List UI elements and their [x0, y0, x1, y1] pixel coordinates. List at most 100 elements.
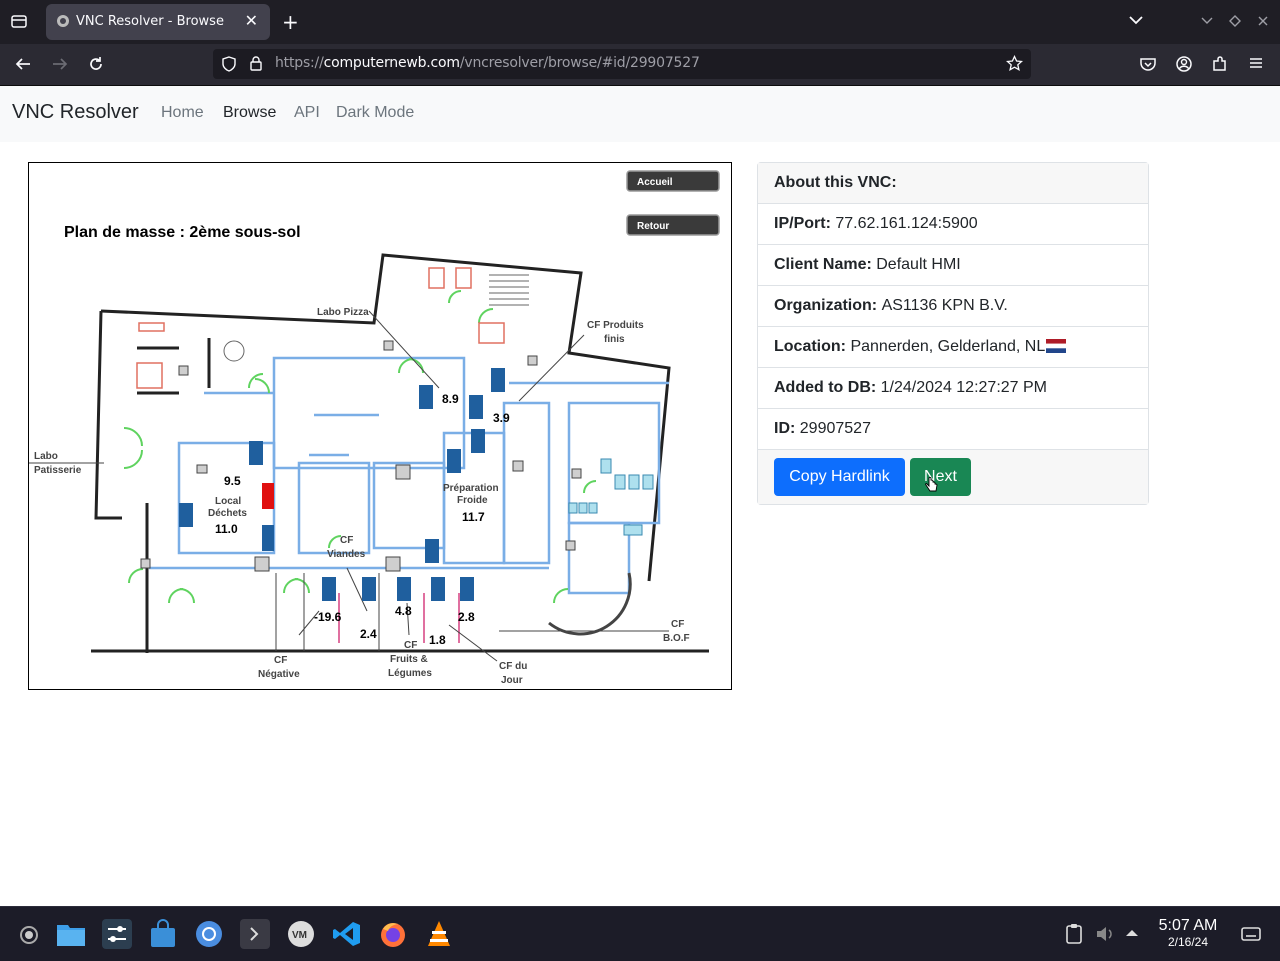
svg-text:CF Produits: CF Produits — [587, 320, 644, 331]
field-value: Pannerden, Gelderland, NL — [850, 338, 1046, 355]
clipboard-icon[interactable] — [1064, 922, 1084, 946]
svg-text:CF: CF — [340, 535, 353, 546]
menu-hamburger-icon[interactable] — [1248, 55, 1264, 75]
close-window-icon[interactable] — [1256, 13, 1270, 32]
nav-home[interactable]: Home — [161, 104, 204, 122]
clock-date: 2/16/24 — [1167, 935, 1209, 949]
svg-text:Labo: Labo — [34, 451, 58, 462]
svg-text:4.8: 4.8 — [395, 604, 412, 618]
svg-text:11.0: 11.0 — [215, 522, 238, 536]
field-value: 1/24/2024 12:27:27 PM — [880, 379, 1048, 396]
svg-text:8.9: 8.9 — [442, 392, 459, 406]
taskbar-clock[interactable]: 5:07 AM 2/16/24 — [1150, 917, 1226, 949]
address-bar[interactable]: https://computernewb.com/vncresolver/bro… — [213, 49, 1031, 79]
firefox-icon[interactable] — [378, 919, 408, 949]
account-icon[interactable] — [1175, 55, 1193, 77]
nl-flag-icon — [1046, 339, 1067, 358]
tray-expand-icon[interactable] — [1124, 925, 1140, 941]
pocket-icon[interactable] — [1139, 55, 1157, 77]
svg-text:Retour: Retour — [637, 221, 669, 232]
accueil-button[interactable]: Accueil — [626, 170, 720, 192]
nav-api[interactable]: API — [294, 104, 320, 122]
shield-icon[interactable] — [221, 56, 237, 76]
field-client-name: Client Name: Default HMI — [758, 245, 1148, 286]
settings-mixer-icon[interactable] — [102, 919, 132, 949]
about-card-header: About this VNC: — [758, 163, 1148, 204]
field-value: 29907527 — [799, 420, 871, 437]
svg-text:Labo Pizza: Labo Pizza — [317, 307, 369, 318]
svg-text:CF: CF — [671, 619, 684, 630]
show-desktop-icon[interactable] — [1240, 923, 1262, 945]
minimize-window-icon[interactable] — [1200, 13, 1214, 32]
vscode-icon[interactable] — [332, 919, 362, 949]
field-label: ID: — [774, 420, 796, 437]
vnc-screenshot: Plan de masse : 2ème sous-sol Accueil Re… — [28, 162, 732, 690]
volume-icon[interactable] — [1094, 923, 1116, 945]
page-content: VNC Resolver Home Browse API Dark Mode P… — [0, 86, 1280, 906]
svg-text:Négative: Négative — [258, 669, 300, 680]
svg-text:Local: Local — [215, 496, 241, 507]
field-label: Organization: — [774, 297, 878, 314]
maximize-window-icon[interactable] — [1228, 13, 1242, 32]
vnc-favicon-icon — [56, 14, 70, 28]
field-location: Location: Pannerden, Gelderland, NL — [758, 327, 1148, 368]
svg-text:11.7: 11.7 — [462, 510, 485, 524]
svg-text:CF: CF — [404, 640, 417, 651]
svg-text:finis: finis — [604, 334, 625, 345]
browser-toolbar: https://computernewb.com/vncresolver/bro… — [0, 44, 1280, 86]
svg-text:2.4: 2.4 — [360, 627, 377, 641]
alarm-door — [262, 483, 274, 509]
forward-arrow-icon[interactable] — [51, 55, 69, 77]
vlc-icon[interactable] — [424, 919, 454, 949]
file-manager-icon[interactable] — [56, 919, 86, 949]
hand-cursor-icon — [925, 476, 939, 500]
nav-browse[interactable]: Browse — [223, 104, 276, 122]
svg-text:3.9: 3.9 — [493, 411, 510, 425]
svg-text:CF: CF — [274, 655, 287, 666]
svg-text:9.5: 9.5 — [224, 474, 241, 488]
svg-text:-19.6: -19.6 — [314, 610, 342, 624]
temperature-readings: 8.9 3.9 9.5 11.0 11.7 -19.6 2.4 4.8 1.8 … — [215, 392, 510, 647]
svg-text:2.8: 2.8 — [458, 610, 475, 624]
svg-text:Accueil: Accueil — [637, 177, 673, 188]
svg-text:Froide: Froide — [457, 495, 488, 506]
nav-dark-mode[interactable]: Dark Mode — [336, 104, 414, 122]
field-value: Default HMI — [876, 256, 961, 273]
svg-text:CF du: CF du — [499, 661, 527, 672]
store-icon[interactable] — [148, 919, 178, 949]
field-ip-port: IP/Port: 77.62.161.124:5900 — [758, 204, 1148, 245]
svg-text:Déchets: Déchets — [208, 508, 247, 519]
about-heading: About this VNC: — [774, 174, 897, 191]
extensions-icon[interactable] — [1211, 55, 1229, 77]
retour-button[interactable]: Retour — [626, 214, 720, 236]
terminal-icon[interactable] — [240, 919, 270, 949]
site-brand[interactable]: VNC Resolver — [12, 101, 139, 124]
field-label: IP/Port: — [774, 215, 831, 232]
floor-plan: Plan de masse : 2ème sous-sol Accueil Re… — [29, 170, 720, 686]
chromium-icon[interactable] — [194, 919, 224, 949]
site-navbar: VNC Resolver Home Browse API Dark Mode — [0, 86, 1280, 142]
app-launcher-icon[interactable] — [16, 922, 42, 948]
new-tab-icon[interactable]: + — [282, 10, 299, 34]
vm-manager-icon[interactable]: VM — [286, 919, 316, 949]
svg-text:1.8: 1.8 — [429, 633, 446, 647]
copy-hardlink-button[interactable]: Copy Hardlink — [774, 458, 905, 496]
url-text: https://computernewb.com/vncresolver/bro… — [275, 55, 700, 71]
lock-icon[interactable] — [249, 55, 263, 75]
tab-list-icon[interactable] — [10, 12, 28, 34]
reload-icon[interactable] — [87, 55, 105, 77]
back-arrow-icon[interactable] — [14, 55, 32, 77]
close-tab-icon[interactable]: ✕ — [245, 11, 258, 30]
next-button[interactable]: Next — [910, 458, 971, 496]
svg-text:B.O.F: B.O.F — [663, 633, 690, 644]
browser-tab-bar: VNC Resolver - Browse ✕ + — [0, 0, 1280, 44]
browser-tab[interactable]: VNC Resolver - Browse ✕ — [46, 4, 270, 40]
list-all-tabs-icon[interactable] — [1128, 12, 1144, 32]
clock-time: 5:07 AM — [1158, 917, 1218, 934]
about-card-footer: Copy Hardlink Next — [758, 450, 1148, 504]
tab-title: VNC Resolver - Browse — [76, 14, 224, 29]
field-label: Added to DB: — [774, 379, 877, 396]
svg-text:VM: VM — [292, 930, 307, 941]
bookmark-star-icon[interactable] — [1005, 54, 1024, 76]
svg-text:Patisserie: Patisserie — [34, 465, 82, 476]
